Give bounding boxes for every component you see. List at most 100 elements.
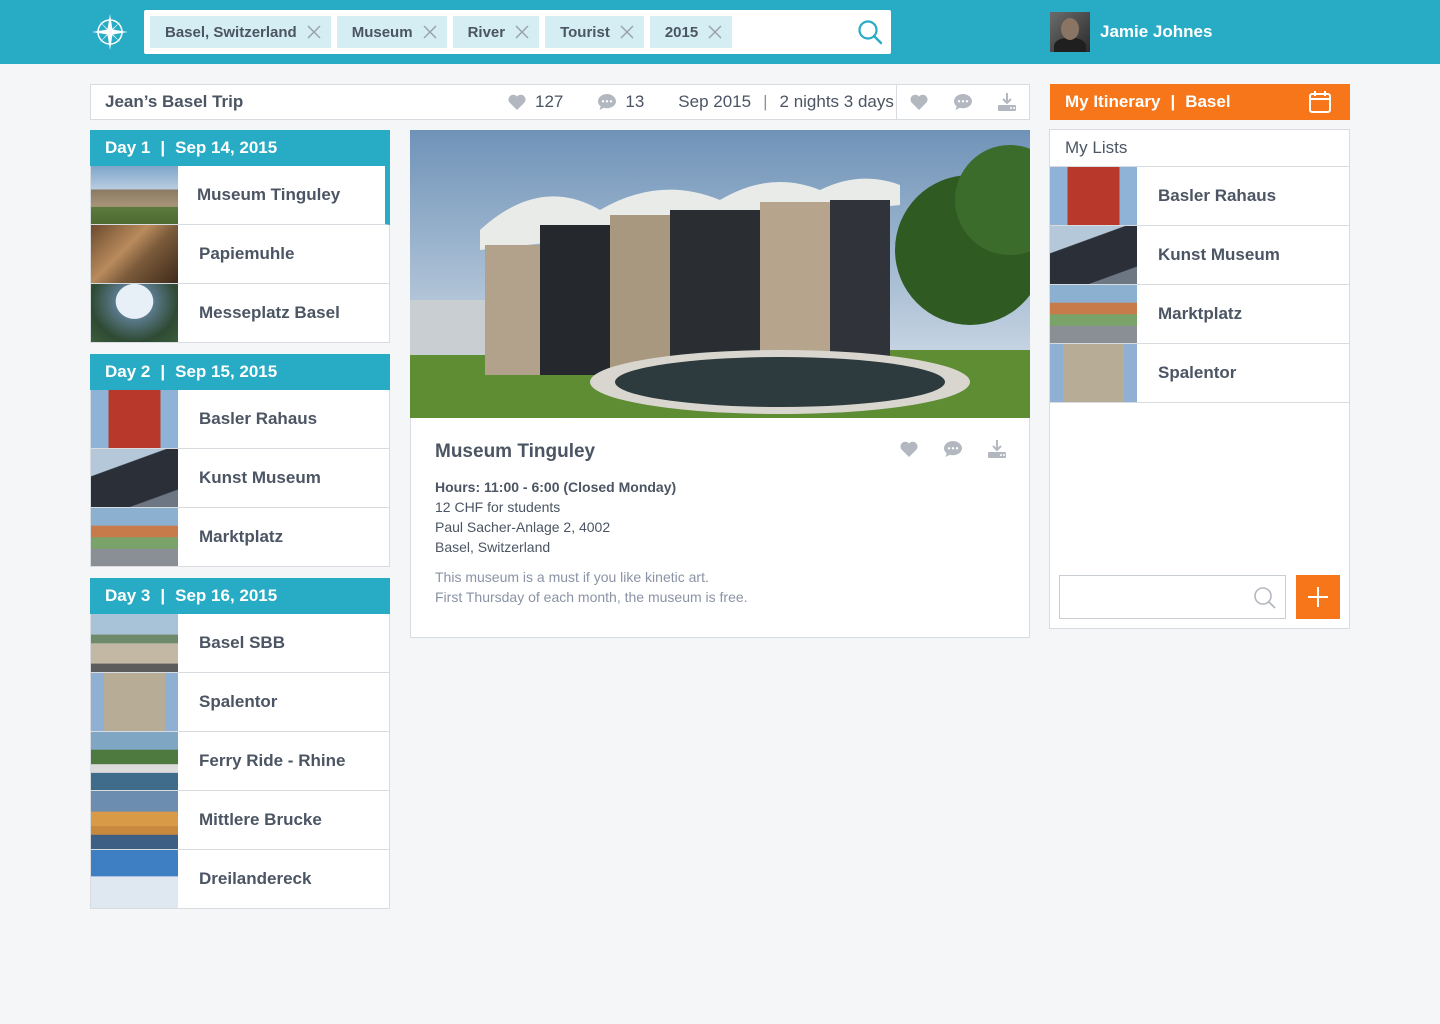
trip-date: Sep 2015 | 2 nights 3 days [678, 92, 894, 112]
user-name[interactable]: Jamie Johnes [1100, 22, 1212, 42]
comment-button[interactable] [941, 85, 985, 119]
day-header[interactable]: Day 2 | Sep 15, 2015 [90, 354, 390, 390]
list-item[interactable]: Ferry Ride - Rhine [90, 732, 390, 791]
comments-count: 13 [597, 92, 644, 112]
trip-duration: 2 nights 3 days [779, 92, 894, 111]
list-item[interactable]: Mittlere Brucke [90, 791, 390, 850]
trip-month: Sep 2015 [678, 92, 752, 111]
my-lists-panel: My Lists Basler Rahaus Kunst Museum Mark… [1049, 129, 1350, 629]
day-header[interactable]: Day 3 | Sep 16, 2015 [90, 578, 390, 614]
chip-label: River [467, 23, 506, 41]
comment-icon [598, 94, 617, 110]
lists-title: My Lists [1050, 130, 1349, 167]
download-button[interactable] [975, 435, 1019, 463]
list-item[interactable]: Basel SBB [90, 614, 390, 673]
list-item[interactable]: Spalentor [1050, 344, 1349, 403]
list-item[interactable]: Papiemuhle [90, 225, 390, 284]
place-name: Marktplatz [1158, 304, 1243, 323]
trip-header: Jean’s Basel Trip 127 13 Sep 2015 | 2 ni… [90, 84, 1030, 120]
list-item[interactable]: Basler Rahaus [90, 390, 390, 449]
comment-icon [954, 94, 972, 110]
like-button[interactable] [887, 435, 931, 463]
place-thumbnail [91, 850, 178, 908]
search-chip: 2015 [649, 16, 733, 48]
day-label: Day 3 [105, 586, 151, 605]
place-thumbnail [91, 732, 178, 790]
place-thumbnail [91, 390, 178, 448]
close-icon[interactable] [297, 16, 331, 48]
close-icon[interactable] [610, 16, 644, 48]
list-item[interactable]: Basler Rahaus [1050, 167, 1349, 226]
place-name: Museum Tinguley [197, 185, 341, 204]
detail-address: Paul Sacher-Anlage 2, 4002 [435, 519, 611, 535]
day-header[interactable]: Day 1 | Sep 14, 2015 [90, 130, 390, 166]
plus-icon [1308, 587, 1328, 607]
place-thumbnail [91, 284, 178, 342]
like-button[interactable] [897, 85, 941, 119]
place-thumbnail [1050, 344, 1137, 402]
search-chip: Basel, Switzerland [150, 16, 331, 48]
trip-actions [896, 85, 1029, 119]
user-menu[interactable]: Jamie Johnes [1050, 12, 1212, 52]
heart-icon [910, 94, 928, 110]
place-photo [410, 130, 1030, 418]
day-date: Sep 15, 2015 [175, 362, 278, 381]
likes-value: 127 [535, 92, 564, 111]
list-item[interactable]: Marktplatz [1050, 285, 1349, 344]
day-date: Sep 16, 2015 [175, 586, 278, 605]
lists-search-input[interactable] [1060, 576, 1240, 616]
search-bar[interactable]: Basel, Switzerland Museum River Tourist … [144, 10, 891, 54]
search-icon[interactable] [857, 19, 883, 45]
place-name: Marktplatz [199, 527, 284, 546]
place-thumbnail [91, 166, 178, 224]
place-name: Ferry Ride - Rhine [199, 751, 346, 770]
place-name: Basel SBB [199, 633, 285, 652]
list-item[interactable]: Spalentor [90, 673, 390, 732]
place-name: Spalentor [199, 692, 278, 711]
itinerary-header[interactable]: My Itinerary | Basel [1050, 84, 1350, 120]
avatar[interactable] [1050, 12, 1090, 52]
list-item[interactable]: Kunst Museum [1050, 226, 1349, 285]
comments-value: 13 [625, 92, 645, 111]
calendar-icon[interactable] [1308, 90, 1332, 114]
place-thumbnail [91, 614, 178, 672]
detail-title: Museum Tinguley [435, 441, 596, 462]
comment-icon [944, 441, 962, 457]
close-icon[interactable] [698, 16, 732, 48]
place-name: Mittlere Brucke [199, 810, 322, 829]
day-section: Day 1 | Sep 14, 2015 Museum Tinguley Pap… [90, 130, 390, 343]
comment-button[interactable] [931, 435, 975, 463]
detail-city: Basel, Switzerland [435, 539, 551, 555]
add-button[interactable] [1296, 575, 1340, 619]
place-thumbnail [91, 225, 178, 283]
day-date: Sep 14, 2015 [175, 138, 278, 157]
divider: | [160, 138, 166, 157]
place-thumbnail [1050, 167, 1137, 225]
detail-info: Hours: 11:00 - 6:00 (Closed Monday) 12 C… [435, 477, 676, 557]
place-name: Messeplatz Basel [199, 303, 340, 322]
note-line: First Thursday of each month, the museum… [435, 589, 748, 605]
day-section: Day 2 | Sep 15, 2015 Basler Rahaus Kunst… [90, 354, 390, 567]
day-label: Day 2 [105, 362, 151, 381]
list-item[interactable]: Messeplatz Basel [90, 284, 390, 343]
close-icon[interactable] [413, 16, 447, 48]
download-button[interactable] [985, 85, 1029, 119]
place-detail-card: Museum Tinguley Hours: 11:00 - 6:00 (Clo… [410, 130, 1030, 638]
list-item[interactable]: Marktplatz [90, 508, 390, 567]
chip-label: Basel, Switzerland [165, 23, 297, 41]
list-item[interactable]: Dreilandereck [90, 850, 390, 909]
list-item[interactable]: Museum Tinguley [90, 166, 390, 225]
list-item[interactable]: Kunst Museum [90, 449, 390, 508]
place-name: Basler Rahaus [199, 409, 318, 428]
trip-title: Jean’s Basel Trip [105, 92, 244, 111]
compass-icon[interactable] [90, 12, 130, 52]
download-icon [988, 440, 1006, 458]
detail-hours: Hours: 11:00 - 6:00 (Closed Monday) [435, 479, 677, 495]
day-label: Day 1 [105, 138, 151, 157]
chip-label: Tourist [560, 23, 610, 41]
note-line: This museum is a must if you like kineti… [435, 569, 709, 585]
search-icon[interactable] [1253, 586, 1277, 610]
close-icon[interactable] [505, 16, 539, 48]
divider: | [763, 92, 768, 111]
place-name: Dreilandereck [199, 869, 312, 888]
